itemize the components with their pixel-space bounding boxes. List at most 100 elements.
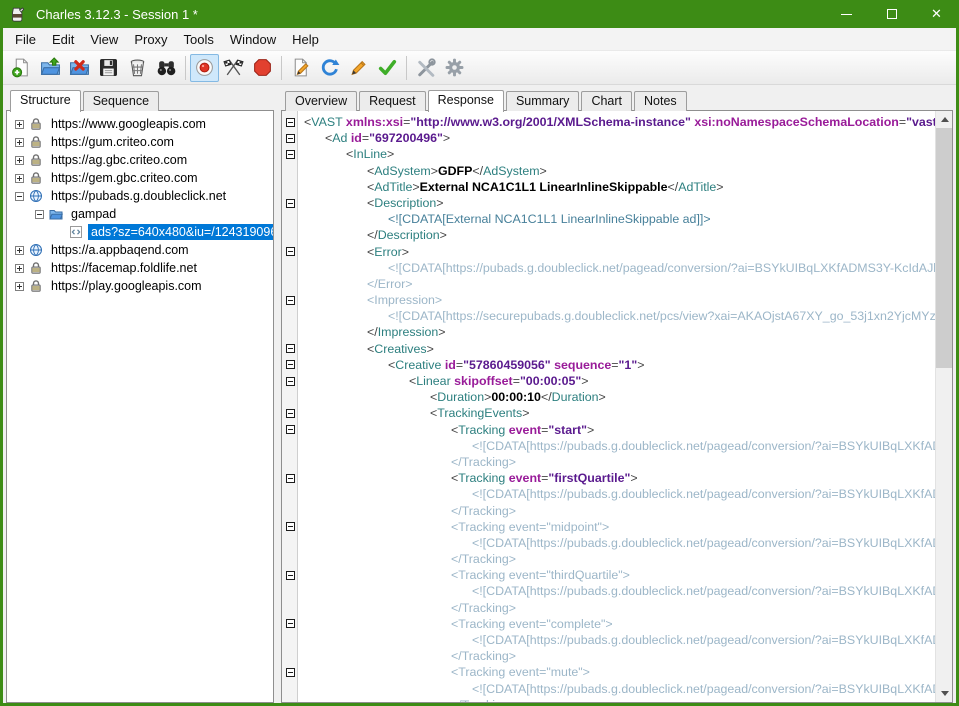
xml-line: <![CDATA[https://pubads.g.doubleclick.ne… xyxy=(282,260,935,276)
tab-summary[interactable]: Summary xyxy=(506,91,579,111)
find-button[interactable] xyxy=(152,54,181,82)
xml-line-text: <![CDATA[https://pubads.g.doubleclick.ne… xyxy=(298,486,935,502)
collapse-toggle-icon[interactable] xyxy=(286,522,295,531)
scroll-down-button[interactable] xyxy=(936,685,953,702)
collapse-toggle-icon[interactable] xyxy=(286,668,295,677)
collapse-toggle-icon[interactable] xyxy=(286,118,295,127)
collapse-toggle-icon[interactable] xyxy=(286,134,295,143)
tree-item[interactable]: ads?sz=640x480&iu=/124319096/e xyxy=(7,223,273,241)
gutter-cell xyxy=(282,227,298,243)
clear-session-button[interactable] xyxy=(123,54,152,82)
close-button[interactable]: ✕ xyxy=(914,0,959,28)
menu-file[interactable]: File xyxy=(7,29,44,50)
collapse-toggle-icon[interactable] xyxy=(286,425,295,434)
tree-item[interactable]: https://ag.gbc.criteo.com xyxy=(7,151,273,169)
tab-sequence[interactable]: Sequence xyxy=(83,91,159,111)
collapse-toggle-icon[interactable] xyxy=(286,360,295,369)
expand-icon[interactable] xyxy=(15,264,24,273)
gutter-cell xyxy=(282,114,298,130)
settings-button[interactable] xyxy=(440,54,469,82)
tab-chart[interactable]: Chart xyxy=(581,91,632,111)
close-session-button[interactable] xyxy=(65,54,94,82)
record-button[interactable] xyxy=(190,54,219,82)
menu-proxy[interactable]: Proxy xyxy=(126,29,175,50)
collapse-toggle-icon[interactable] xyxy=(286,247,295,256)
tree-item[interactable]: https://www.googleapis.com xyxy=(7,115,273,133)
menu-tools[interactable]: Tools xyxy=(176,29,222,50)
tab-response[interactable]: Response xyxy=(428,90,504,112)
collapse-icon[interactable] xyxy=(35,210,44,219)
maximize-icon xyxy=(887,9,897,19)
repeat-button[interactable] xyxy=(315,54,344,82)
xml-line: </Tracking> xyxy=(282,454,935,470)
collapse-toggle-icon[interactable] xyxy=(286,150,295,159)
lock-icon xyxy=(29,279,44,294)
throttling-button[interactable] xyxy=(219,54,248,82)
tree-item[interactable]: https://pubads.g.doubleclick.net xyxy=(7,187,273,205)
xml-line: <Description> xyxy=(282,195,935,211)
menu-view[interactable]: View xyxy=(82,29,126,50)
main-area: StructureSequence https://www.googleapis… xyxy=(3,85,956,703)
xml-line: <![CDATA[https://pubads.g.doubleclick.ne… xyxy=(282,486,935,502)
validate-button[interactable] xyxy=(373,54,402,82)
collapse-toggle-icon[interactable] xyxy=(286,409,295,418)
menu-edit[interactable]: Edit xyxy=(44,29,82,50)
expand-icon[interactable] xyxy=(15,246,24,255)
xml-line-text: <Ad id="697200496"> xyxy=(298,130,450,146)
tab-notes[interactable]: Notes xyxy=(634,91,687,111)
expand-icon[interactable] xyxy=(15,138,24,147)
tab-request[interactable]: Request xyxy=(359,91,426,111)
xml-line: </Tracking> xyxy=(282,551,935,567)
minimize-button[interactable] xyxy=(824,0,869,28)
collapse-icon[interactable] xyxy=(15,192,24,201)
breakpoints-button[interactable] xyxy=(248,54,277,82)
tree-item[interactable]: https://facemap.foldlife.net xyxy=(7,259,273,277)
collapse-toggle-icon[interactable] xyxy=(286,619,295,628)
scrollbar-thumb[interactable] xyxy=(936,128,953,368)
menu-help[interactable]: Help xyxy=(284,29,327,50)
xml-doc-icon xyxy=(69,225,84,240)
collapse-toggle-icon[interactable] xyxy=(286,296,295,305)
panel-splitter[interactable] xyxy=(274,90,281,703)
edit-button[interactable] xyxy=(344,54,373,82)
xml-line-text: <![CDATA[https://pubads.g.doubleclick.ne… xyxy=(298,260,935,276)
expand-icon[interactable] xyxy=(15,174,24,183)
xml-line-text: <![CDATA[https://pubads.g.doubleclick.ne… xyxy=(298,632,935,648)
gutter-cell xyxy=(282,179,298,195)
expand-icon[interactable] xyxy=(15,120,24,129)
compose-button[interactable] xyxy=(286,54,315,82)
gutter-cell xyxy=(282,357,298,373)
xml-line-text: <![CDATA[https://pubads.g.doubleclick.ne… xyxy=(298,681,935,697)
xml-line-text: </Tracking> xyxy=(298,600,516,616)
scroll-up-button[interactable] xyxy=(936,111,953,128)
new-session-button[interactable] xyxy=(7,54,36,82)
xml-line: <Creative id="57860459056" sequence="1"> xyxy=(282,357,935,373)
tools-button[interactable] xyxy=(411,54,440,82)
open-session-button[interactable] xyxy=(36,54,65,82)
xml-line-text: <Duration>00:00:10</Duration> xyxy=(298,389,606,405)
tree-item[interactable]: https://a.appbaqend.com xyxy=(7,241,273,259)
save-session-icon xyxy=(98,57,119,78)
maximize-button[interactable] xyxy=(869,0,914,28)
expand-icon[interactable] xyxy=(15,156,24,165)
tree-item[interactable]: https://gum.criteo.com xyxy=(7,133,273,151)
menu-window[interactable]: Window xyxy=(222,29,284,50)
vertical-scrollbar[interactable] xyxy=(935,111,952,702)
tree-item[interactable]: https://gem.gbc.criteo.com xyxy=(7,169,273,187)
expand-icon[interactable] xyxy=(15,282,24,291)
charles-window: Charles 3.12.3 - Session 1 * ✕ FileEditV… xyxy=(0,0,959,706)
tree-item[interactable]: gampad xyxy=(7,205,273,223)
collapse-toggle-icon[interactable] xyxy=(286,377,295,386)
collapse-toggle-icon[interactable] xyxy=(286,199,295,208)
collapse-toggle-icon[interactable] xyxy=(286,571,295,580)
xml-line: <![CDATA[https://securepubads.g.doublecl… xyxy=(282,308,935,324)
tree-item[interactable]: https://play.googleapis.com xyxy=(7,277,273,295)
save-session-button[interactable] xyxy=(94,54,123,82)
collapse-toggle-icon[interactable] xyxy=(286,344,295,353)
tab-structure[interactable]: Structure xyxy=(10,90,81,112)
tab-overview[interactable]: Overview xyxy=(285,91,357,111)
xml-line-text: <InLine> xyxy=(298,146,394,162)
charles-app-icon xyxy=(8,4,28,24)
title-bar: Charles 3.12.3 - Session 1 * ✕ xyxy=(0,0,959,28)
collapse-toggle-icon[interactable] xyxy=(286,474,295,483)
